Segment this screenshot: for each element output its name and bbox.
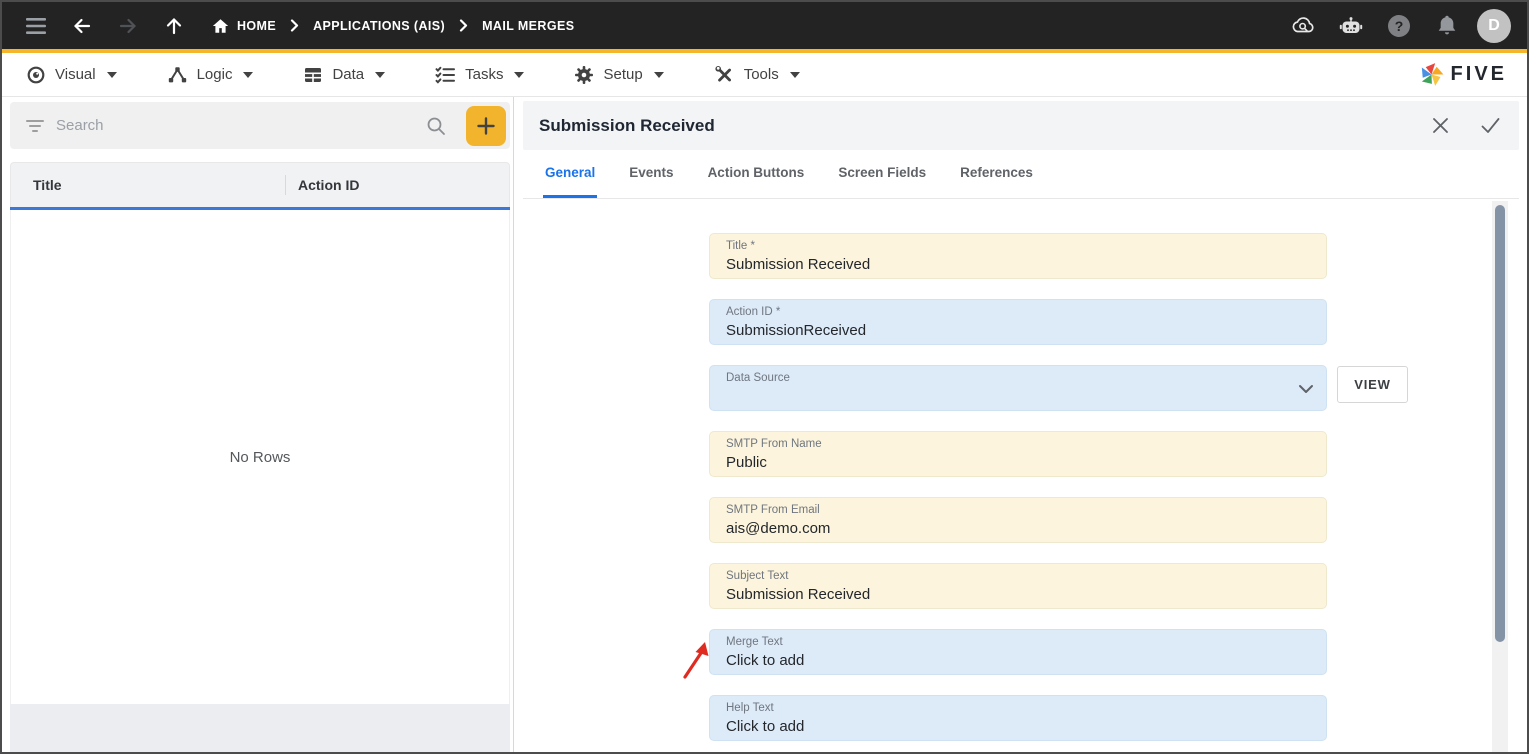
column-header-title[interactable]: Title (33, 177, 285, 193)
help-text-field[interactable]: Help Text Click to add (709, 695, 1327, 741)
field-value: Click to add (726, 652, 805, 669)
menu-bar: Visual Logic Data Tasks Setup Tools FIVE (2, 53, 1527, 97)
field-value: ais@demo.com (726, 520, 831, 537)
column-header-action-id[interactable]: Action ID (298, 177, 359, 193)
tab-screen-fields[interactable]: Screen Fields (836, 150, 928, 198)
add-record-button[interactable] (466, 105, 506, 146)
menu-tools[interactable]: Tools (714, 65, 800, 85)
detail-panel: Submission Received General Events Actio… (514, 97, 1527, 752)
title-field[interactable]: Title * Submission Received (709, 233, 1327, 279)
tab-references[interactable]: References (958, 150, 1035, 198)
field-label: Subject Text (726, 570, 789, 582)
page-title: Submission Received (539, 115, 715, 135)
scrollbar-thumb[interactable] (1495, 205, 1505, 642)
empty-state-text: No Rows (229, 448, 291, 466)
records-table: Title Action ID No Rows (10, 162, 510, 752)
breadcrumb-applications[interactable]: APPLICATIONS (AIS) (313, 19, 445, 33)
menu-data[interactable]: Data (303, 65, 386, 85)
field-value: SubmissionReceived (726, 322, 867, 339)
field-value: Submission Received (726, 256, 871, 273)
table-footer (10, 704, 510, 752)
field-label: Title * (726, 240, 755, 252)
table-header: Title Action ID (10, 162, 510, 207)
svg-text:?: ? (1395, 18, 1404, 34)
caret-down-icon (243, 71, 254, 78)
bot-assistant-icon[interactable] (1333, 8, 1369, 44)
subject-text-field[interactable]: Subject Text Submission Received (709, 563, 1327, 609)
scrollbar-track[interactable] (1492, 201, 1508, 752)
search-bar (10, 102, 510, 149)
tab-events[interactable]: Events (627, 150, 675, 198)
annotation-arrow-icon (680, 638, 712, 685)
save-check-icon[interactable] (1477, 113, 1503, 139)
field-label: Help Text (726, 702, 774, 714)
menu-tasks[interactable]: Tasks (435, 65, 525, 85)
chevron-down-icon[interactable] (1298, 381, 1314, 399)
avatar[interactable]: D (1477, 8, 1511, 43)
caret-down-icon (653, 71, 664, 78)
eye-icon (27, 66, 45, 83)
breadcrumb: HOME APPLICATIONS (AIS) MAIL MERGES (212, 18, 574, 34)
top-bar: HOME APPLICATIONS (AIS) MAIL MERGES ? D (2, 2, 1527, 49)
data-source-field[interactable]: Data Source VIEW (709, 365, 1408, 411)
chevron-right-icon (290, 19, 299, 32)
breadcrumb-home[interactable]: HOME (212, 18, 276, 34)
up-icon[interactable] (156, 8, 192, 44)
detail-header: Submission Received (523, 101, 1519, 150)
home-icon (212, 18, 229, 33)
action-id-field[interactable]: Action ID * SubmissionReceived (709, 299, 1327, 345)
checklist-icon (435, 66, 456, 84)
breadcrumb-mail-merges[interactable]: MAIL MERGES (482, 19, 574, 33)
caret-down-icon (106, 71, 117, 78)
back-icon[interactable] (64, 8, 100, 44)
field-label: Merge Text (726, 636, 783, 648)
caret-down-icon (789, 71, 800, 78)
smtp-from-name-field[interactable]: SMTP From Name Public (709, 431, 1327, 477)
gear-icon (575, 65, 594, 84)
filter-icon (26, 119, 44, 132)
field-label: Data Source (726, 372, 790, 384)
field-value (726, 387, 1310, 407)
caret-down-icon (514, 71, 525, 78)
field-label: SMTP From Email (726, 504, 820, 516)
tab-action-buttons[interactable]: Action Buttons (706, 150, 807, 198)
form-scroll-area: Title * Submission Received Action ID * … (523, 199, 1519, 752)
view-button[interactable]: VIEW (1337, 366, 1408, 403)
plus-icon (477, 116, 495, 135)
five-pinwheel-icon (1421, 63, 1443, 86)
hamburger-menu-icon[interactable] (18, 8, 54, 44)
field-value: Click to add (726, 718, 805, 735)
merge-text-field[interactable]: Merge Text Click to add (683, 629, 1327, 679)
bell-icon[interactable] (1429, 8, 1465, 44)
column-divider (285, 175, 286, 195)
field-label: SMTP From Name (726, 438, 822, 450)
cloud-search-icon[interactable] (1285, 8, 1321, 44)
search-input[interactable] (56, 117, 426, 134)
menu-visual[interactable]: Visual (26, 65, 117, 85)
menu-setup[interactable]: Setup (574, 65, 664, 85)
table-body: No Rows (10, 210, 510, 704)
table-icon (305, 67, 322, 82)
search-icon (427, 117, 445, 135)
field-label: Action ID * (726, 306, 781, 318)
chevron-right-icon (459, 19, 468, 32)
menu-logic[interactable]: Logic (167, 65, 254, 85)
tab-general[interactable]: General (543, 150, 598, 198)
field-value: Submission Received (726, 586, 871, 603)
tools-icon (715, 65, 731, 81)
close-icon[interactable] (1427, 113, 1453, 139)
caret-down-icon (375, 71, 386, 78)
smtp-from-email-field[interactable]: SMTP From Email ais@demo.com (709, 497, 1327, 543)
field-value: Public (726, 454, 767, 471)
general-form: Title * Submission Received Action ID * … (523, 199, 1519, 741)
logic-flow-icon (168, 66, 186, 82)
list-panel: Title Action ID No Rows (2, 97, 514, 752)
tab-bar: General Events Action Buttons Screen Fie… (523, 150, 1519, 199)
forward-icon[interactable] (110, 8, 146, 44)
five-wordmark: FIVE (1450, 63, 1507, 85)
five-logo: FIVE (1418, 61, 1507, 88)
help-icon[interactable]: ? (1381, 8, 1417, 44)
